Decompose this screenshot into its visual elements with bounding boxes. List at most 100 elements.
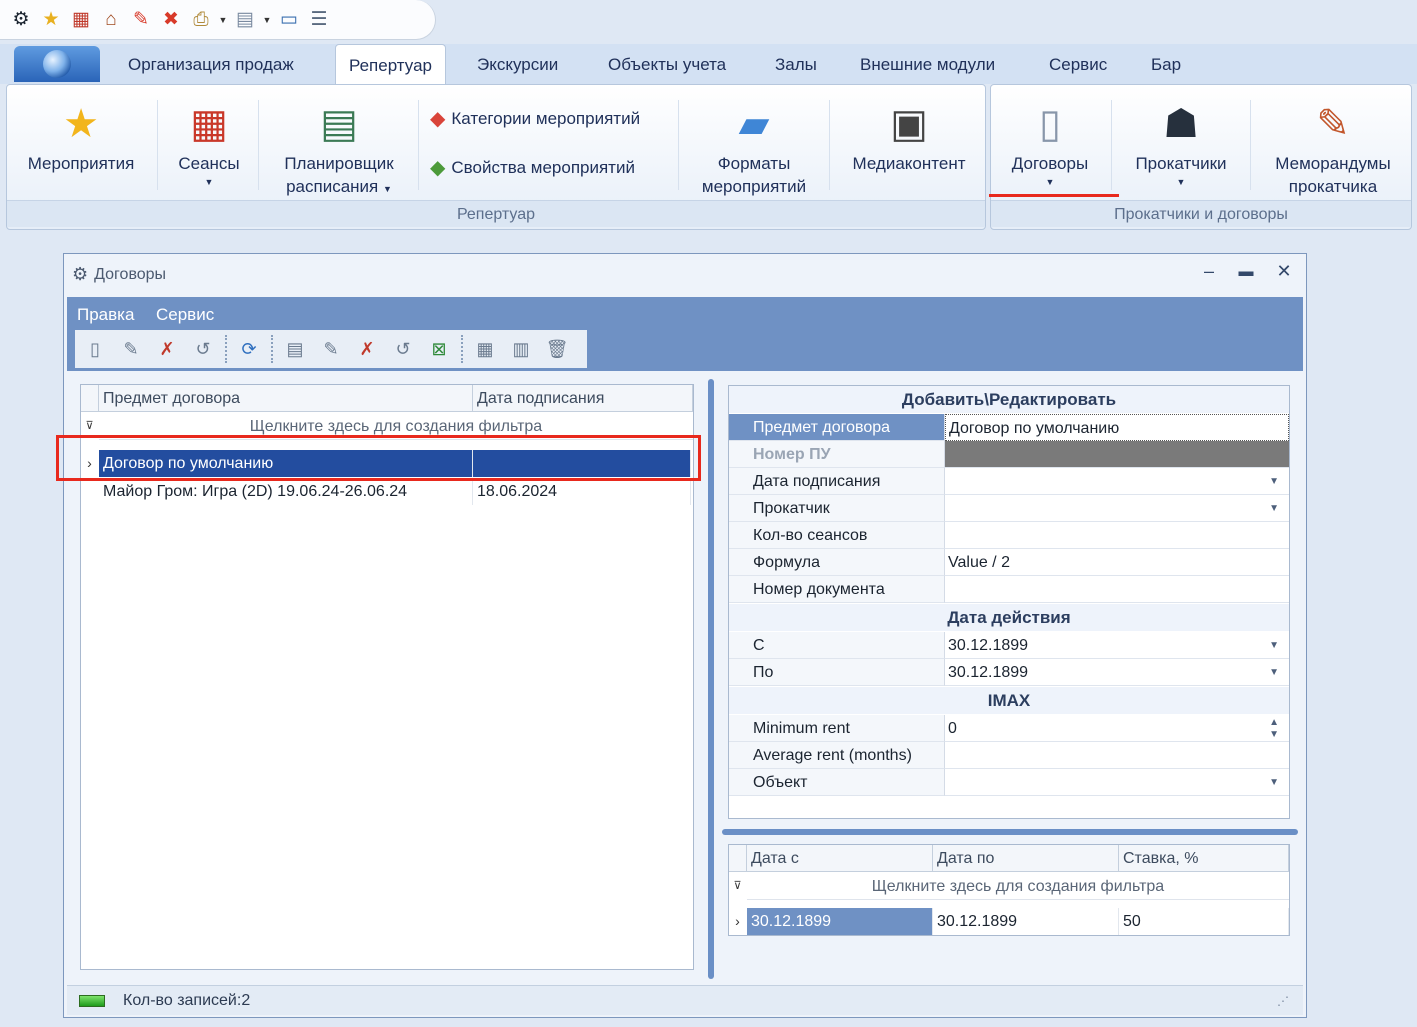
edit-record-icon[interactable]: ✎ (117, 335, 145, 363)
doc-number-field[interactable] (945, 576, 1289, 603)
pencil-icon[interactable]: ✎ (126, 5, 156, 35)
calendar-icon[interactable]: ▦ (66, 5, 96, 35)
menu-service[interactable]: Сервис (156, 305, 214, 325)
column-header-date-to[interactable]: Дата по (933, 845, 1119, 872)
sign-date-label: Дата подписания (729, 468, 945, 495)
grid-layout-icon[interactable]: ▦ (471, 335, 499, 363)
delete-record-icon[interactable]: ✗ (153, 335, 181, 363)
undo-icon[interactable]: ↺ (189, 335, 217, 363)
resize-grip-icon[interactable]: ⋰ (1277, 994, 1289, 1008)
imax-header: IMAX (729, 687, 1289, 714)
tab-repertoire[interactable]: Репертуар (335, 44, 446, 84)
formula-field[interactable]: Value / 2 (945, 549, 1289, 576)
rate-row-1-rate[interactable]: 50 (1119, 908, 1289, 935)
column-header-subject[interactable]: Предмет договора (99, 385, 473, 412)
pu-number-field (945, 441, 1289, 468)
chevron-down-icon[interactable]: ▼ (1269, 769, 1279, 796)
list-icon[interactable]: ☰ (304, 5, 334, 35)
chevron-down-icon[interactable]: ▼ (1269, 468, 1279, 495)
rate-row-1-to[interactable]: 30.12.1899 (933, 908, 1119, 935)
monitor-icon[interactable]: ▭ (274, 5, 304, 35)
chevron-down-icon[interactable]: ▼ (1269, 495, 1279, 522)
events-label: Мероприятия (27, 154, 135, 173)
contract-document-icon: ▯ (1038, 102, 1061, 146)
edit-detail-icon[interactable]: ✎ (317, 335, 345, 363)
dropdown-arrow-icon[interactable]: ▼ (260, 15, 274, 25)
grid-columns-icon[interactable]: ▥ (507, 335, 535, 363)
rate-row-1-from[interactable]: 30.12.1899 (747, 908, 933, 935)
close-icon[interactable]: ✕ (1272, 261, 1296, 282)
sign-date-field[interactable]: ▼ (945, 468, 1289, 495)
formula-label: Формула (729, 549, 945, 576)
filter-row[interactable]: Щелкните здесь для создания фильтра (747, 873, 1289, 900)
minimize-icon[interactable]: – (1197, 261, 1221, 282)
grid-toolbar: ▯ ✎ ✗ ↺ ⟳ ▤ ✎ ✗ ↺ ⊠ ▦ ▥ 🗑 (75, 330, 587, 368)
divider (258, 100, 259, 190)
events-button[interactable]: ★ Мероприятия (14, 96, 148, 175)
tab-accounting-objects[interactable]: Объекты учета (608, 44, 726, 84)
window-menu-bar: Правка Сервис ▯ ✎ ✗ ↺ ⟳ ▤ ✎ ✗ ↺ ⊠ ▦ ▥ 🗑 (67, 297, 1303, 371)
column-header-date-from[interactable]: Дата с (747, 845, 933, 872)
star-icon[interactable]: ★ (36, 5, 66, 35)
event-properties-button[interactable]: ◆ Свойства мероприятий (430, 155, 635, 180)
distributors-button[interactable]: ☗ Прокатчики ▼ (1120, 96, 1242, 189)
date-from-field[interactable]: 30.12.1899 ▼ (945, 632, 1289, 659)
refresh-icon[interactable]: ⟳ (235, 335, 263, 363)
subject-field[interactable]: Договор по умолчанию (945, 414, 1289, 441)
distributor-field[interactable]: ▼ (945, 495, 1289, 522)
tab-service[interactable]: Сервис (1049, 44, 1107, 84)
column-header-rate[interactable]: Ставка, % (1119, 845, 1289, 872)
new-record-icon[interactable]: ▯ (81, 335, 109, 363)
printer-icon[interactable]: ⎙ (186, 5, 216, 35)
tab-halls[interactable]: Залы (775, 44, 817, 84)
scheduler-button[interactable]: ▤ Планировщик расписания ▼ (268, 96, 410, 201)
sessions-button[interactable]: ▦ Сеансы ▼ (166, 96, 252, 189)
chevron-down-icon[interactable]: ▼ (1269, 632, 1279, 659)
tab-sales-organization[interactable]: Организация продаж (128, 44, 294, 84)
object-field[interactable]: ▼ (945, 769, 1289, 796)
horizontal-splitter[interactable] (722, 829, 1298, 835)
vertical-splitter[interactable] (708, 379, 714, 979)
delete-detail-icon[interactable]: ✗ (353, 335, 381, 363)
chevron-down-icon[interactable]: ▼ (1269, 659, 1279, 686)
date-to-field[interactable]: 30.12.1899 ▼ (945, 659, 1289, 686)
divider (829, 100, 830, 190)
media-content-button[interactable]: ▣ Медиаконтент (838, 96, 980, 175)
table-row-2-subject[interactable]: Майор Гром: Игра (2D) 19.06.24-26.06.24 (99, 478, 473, 505)
dropdown-arrow-icon[interactable]: ▼ (216, 15, 230, 25)
shop-icon[interactable]: ⌂ (96, 5, 126, 35)
divider (418, 100, 419, 190)
calendar-icon: ▦ (190, 102, 228, 146)
tab-bar[interactable]: Бар (1151, 44, 1181, 84)
trash-icon[interactable]: 🗑 (543, 335, 571, 363)
event-properties-label: Свойства мероприятий (451, 157, 635, 177)
avg-rent-field[interactable] (945, 742, 1289, 769)
tab-external-modules[interactable]: Внешние модули (860, 44, 995, 84)
app-logo-icon[interactable]: ⚙ (6, 5, 36, 35)
window-titlebar: ⚙ Договоры (64, 254, 1306, 295)
event-categories-button[interactable]: ◆ Категории мероприятий (430, 106, 640, 131)
min-rent-field[interactable]: 0 ▲ ▼ (945, 715, 1289, 742)
doc-number-label: Номер документа (729, 576, 945, 603)
filter-icon: ⊽ (733, 880, 742, 892)
document-icon[interactable]: ▤ (230, 5, 260, 35)
table-row-2-date[interactable]: 18.06.2024 (473, 478, 691, 505)
formats-button[interactable]: ▰ Форматы мероприятий (686, 96, 822, 198)
highlight-box-selected-row (56, 435, 701, 481)
dropdown-arrow-icon: ▼ (1176, 177, 1186, 187)
new-detail-icon[interactable]: ▤ (281, 335, 309, 363)
menu-edit[interactable]: Правка (77, 305, 134, 325)
column-header-sign-date[interactable]: Дата подписания (473, 385, 693, 412)
status-indicator-icon (79, 994, 105, 1007)
contracts-button[interactable]: ▯ Договоры ▼ (998, 96, 1102, 189)
maximize-icon[interactable]: ▬ (1234, 263, 1258, 280)
delete-mark-icon[interactable]: ✖ (156, 5, 186, 35)
sessions-count-field[interactable] (945, 522, 1289, 549)
application-menu-button[interactable] (14, 46, 100, 82)
memorandums-button[interactable]: ✎ Меморандумы прокатчика (1258, 96, 1408, 198)
schedule-icon: ▤ (320, 102, 358, 146)
undo-detail-icon[interactable]: ↺ (389, 335, 417, 363)
tab-excursions[interactable]: Экскурсии (477, 44, 558, 84)
spin-stepper-icon[interactable]: ▲ ▼ (1269, 717, 1279, 741)
excel-export-icon[interactable]: ⊠ (425, 335, 453, 363)
